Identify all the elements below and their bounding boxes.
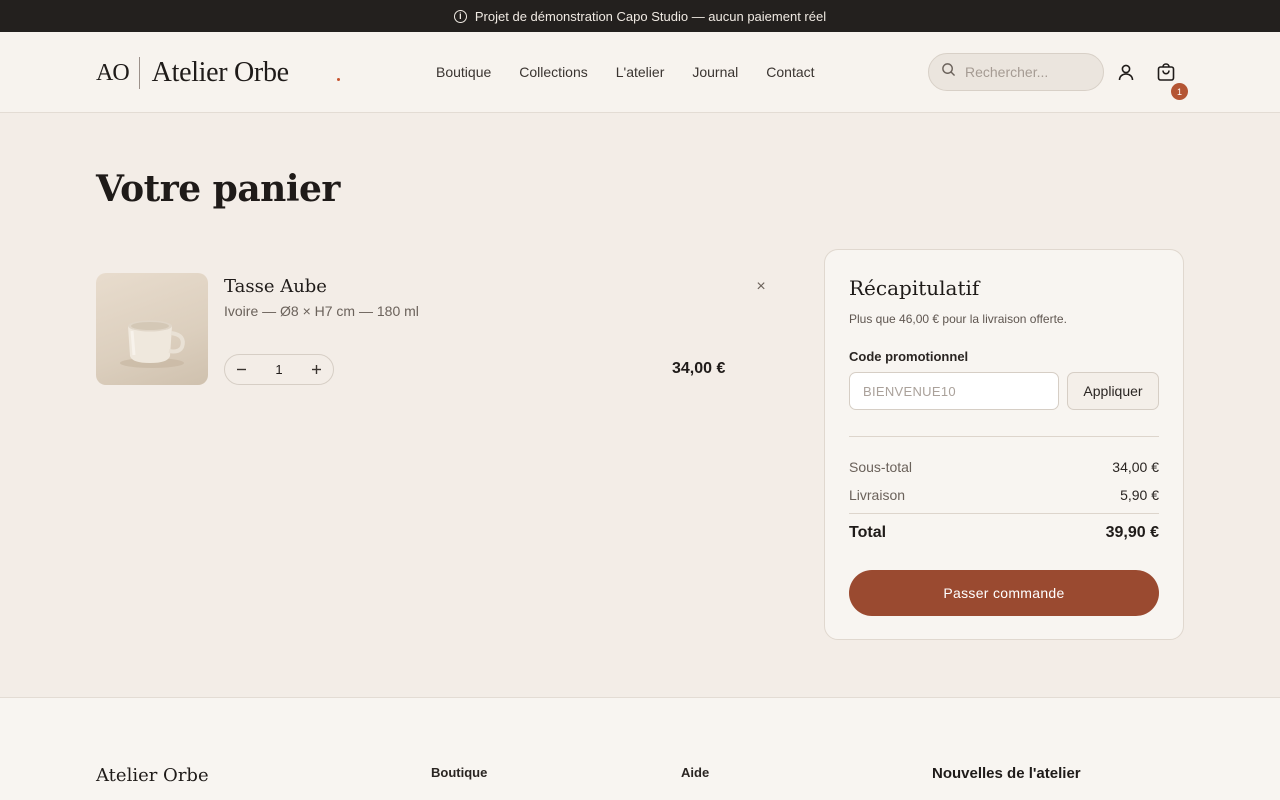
info-icon: i (453, 9, 467, 23)
subtotal-label: Sous-total (849, 459, 913, 475)
logo-mark: AO (96, 59, 130, 86)
nav-journal[interactable]: Journal (692, 64, 738, 80)
search-icon (941, 62, 956, 82)
item-price: 34,00 € (672, 360, 726, 377)
decrease-quantity-button[interactable] (234, 363, 248, 377)
nav-boutique[interactable]: Boutique (436, 64, 491, 80)
demo-banner: i Projet de démonstration Capo Studio — … (0, 0, 1280, 32)
footer-heading-boutique: Boutique (431, 765, 488, 780)
shipping-value: 5,90 € (1120, 487, 1159, 503)
promo-code-label: Code promotionnel (849, 349, 969, 364)
page-title: Votre panier (96, 168, 340, 210)
summary-title: Récapitulatif (849, 276, 980, 300)
site-header: AO Atelier Orbe Boutique Collections L'a… (0, 32, 1280, 113)
subtotal-value: 34,00 € (1112, 459, 1159, 475)
checkout-button[interactable]: Passer commande (849, 570, 1159, 616)
site-footer: Atelier Orbe Boutique Aide Nouvelles de … (0, 697, 1280, 800)
search-input[interactable] (965, 64, 1085, 80)
total-label: Total (849, 524, 887, 541)
search-box[interactable] (928, 53, 1104, 91)
logo[interactable]: AO Atelier Orbe (96, 56, 289, 90)
total-value: 39,90 € (1105, 524, 1159, 541)
footer-heading-aide: Aide (681, 765, 710, 780)
footer-brand: Atelier Orbe (96, 765, 209, 786)
shipping-row: Livraison 5,90 € (849, 487, 1159, 503)
nav-collections[interactable]: Collections (519, 64, 587, 80)
increase-quantity-button[interactable] (310, 363, 324, 377)
logo-name: Atelier Orbe (151, 57, 289, 88)
remove-item-button[interactable]: × (752, 278, 770, 296)
product-image[interactable] (96, 273, 208, 385)
nav-atelier[interactable]: L'atelier (616, 64, 665, 80)
main-nav: Boutique Collections L'atelier Journal C… (436, 64, 815, 80)
quantity-stepper: 1 (224, 354, 334, 385)
summary-divider (849, 436, 1159, 437)
apply-promo-button[interactable]: Appliquer (1067, 372, 1159, 410)
product-variant: Ivoire — Ø8 × H7 cm — 180 ml (224, 303, 419, 319)
promo-code-input[interactable] (849, 372, 1059, 410)
account-icon[interactable] (1116, 62, 1136, 82)
subtotal-row: Sous-total 34,00 € (849, 459, 1159, 475)
total-divider (849, 513, 1159, 514)
total-row: Total 39,90 € (849, 524, 1159, 542)
cart-count-badge: 1 (1171, 83, 1188, 100)
newsletter-heading: Nouvelles de l'atelier (932, 765, 1081, 782)
shopping-bag-icon[interactable] (1156, 62, 1176, 82)
product-name[interactable]: Tasse Aube (224, 276, 327, 297)
free-shipping-note: Plus que 46,00 € pour la livraison offer… (849, 312, 1067, 326)
order-summary: Récapitulatif Plus que 46,00 € pour la l… (824, 249, 1184, 640)
nav-contact[interactable]: Contact (766, 64, 814, 80)
banner-text: Projet de démonstration Capo Studio — au… (474, 8, 827, 24)
logo-accent-dot (337, 78, 340, 81)
logo-divider (138, 57, 140, 89)
quantity-value[interactable]: 1 (275, 362, 282, 377)
shipping-label: Livraison (849, 487, 906, 503)
